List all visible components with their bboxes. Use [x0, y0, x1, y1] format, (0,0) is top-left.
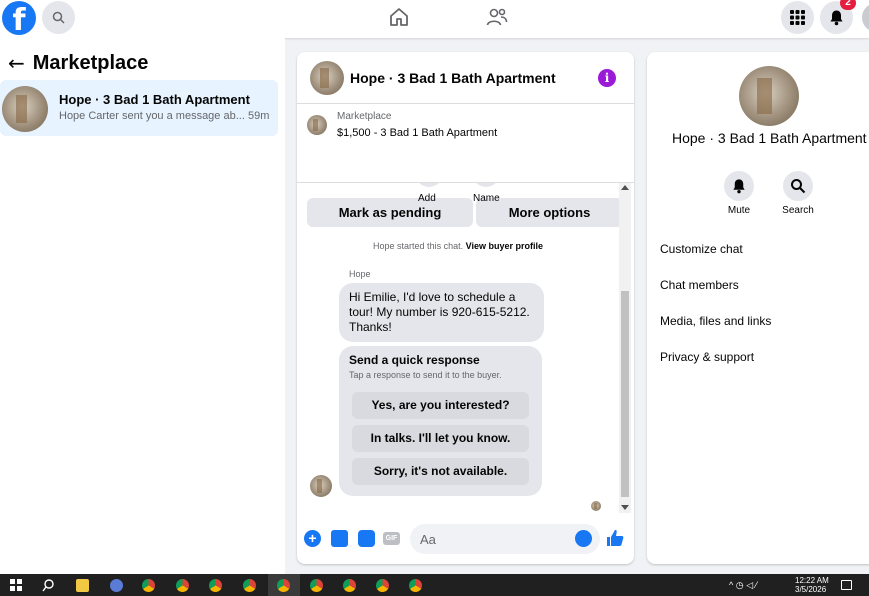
- scroll-up-arrow-icon[interactable]: [621, 185, 629, 190]
- chrome-icon[interactable]: [176, 579, 189, 592]
- listing-small-thumbnail: [307, 115, 327, 135]
- seen-indicator-avatar: [591, 501, 601, 511]
- account-avatar[interactable]: [860, 1, 869, 34]
- chrome-icon[interactable]: [142, 579, 155, 592]
- search-icon: [791, 179, 806, 194]
- bell-icon: [830, 10, 843, 26]
- message-bubble: Hi Emilie, I'd love to schedule a tour! …: [339, 283, 544, 342]
- conversation-item[interactable]: Hope · 3 Bad 1 Bath Apartment Hope Carte…: [0, 80, 278, 136]
- message-composer: + GIF: [297, 522, 634, 556]
- search-button[interactable]: [42, 1, 75, 34]
- search-icon: [52, 11, 65, 24]
- quick-response-card: Send a quick response Tap a response to …: [339, 346, 542, 496]
- add-action-bubble[interactable]: [415, 183, 443, 187]
- message-scrollbar[interactable]: [619, 183, 631, 513]
- customize-chat-item[interactable]: Customize chat: [660, 242, 743, 256]
- system-tray-icons[interactable]: ^ ◷ ◁ ⁄: [729, 581, 757, 590]
- menu-grid-icon: [790, 10, 805, 25]
- photo-icon[interactable]: [331, 530, 348, 547]
- quick-response-option[interactable]: Sorry, it's not available.: [352, 458, 529, 485]
- facebook-logo-icon[interactable]: f: [2, 1, 36, 35]
- listing-thumbnail: [2, 86, 48, 132]
- marketplace-sidebar: ← Marketplace Hope · 3 Bad 1 Bath Apartm…: [0, 38, 285, 574]
- like-icon[interactable]: [605, 528, 625, 548]
- sticker-icon[interactable]: [358, 530, 375, 547]
- home-icon[interactable]: [387, 5, 411, 29]
- quick-response-option[interactable]: In talks. I'll let you know.: [352, 425, 529, 452]
- friends-icon[interactable]: [485, 5, 509, 29]
- name-label: Name: [473, 193, 500, 204]
- quick-response-subtitle: Tap a response to send it to the buyer.: [349, 370, 502, 380]
- chrome-icon[interactable]: [376, 579, 389, 592]
- chrome-icon[interactable]: [343, 579, 356, 592]
- plus-icon[interactable]: +: [304, 530, 321, 547]
- clock-time[interactable]: 12:22 AM: [795, 576, 829, 585]
- chat-header: Hope · 3 Bad 1 Bath Apartment i: [297, 52, 634, 104]
- conversation-preview: Hope Carter sent you a message ab... 59m: [59, 110, 269, 122]
- conversation-time: 59m: [247, 110, 270, 122]
- search-icon-circle[interactable]: [783, 171, 813, 201]
- view-buyer-profile-link[interactable]: View buyer profile: [466, 241, 543, 251]
- listing-source-label: Marketplace: [337, 111, 392, 122]
- mute-icon-circle[interactable]: [724, 171, 754, 201]
- chrome-icon[interactable]: [243, 579, 256, 592]
- mute-icon: [733, 179, 745, 194]
- windows-start-icon[interactable]: [10, 579, 22, 591]
- windows-taskbar: ^ ◷ ◁ ⁄ 12:22 AM 3/5/2026: [0, 574, 869, 596]
- notification-center-icon[interactable]: [841, 580, 852, 590]
- back-arrow-icon[interactable]: ←: [8, 53, 25, 73]
- chrome-icon[interactable]: [409, 579, 422, 592]
- quick-response-option[interactable]: Yes, are you interested?: [352, 392, 529, 419]
- listing-summary: Marketplace $1,500 - 3 Bad 1 Bath Apartm…: [297, 105, 634, 227]
- scroll-down-arrow-icon[interactable]: [621, 505, 629, 510]
- sender-avatar[interactable]: [310, 475, 332, 497]
- details-avatar[interactable]: [739, 66, 799, 126]
- emoji-icon[interactable]: [575, 530, 592, 547]
- menu-button[interactable]: [781, 1, 814, 34]
- search-label: Search: [782, 205, 814, 216]
- chat-panel: Hope · 3 Bad 1 Bath Apartment i Marketpl…: [297, 52, 634, 564]
- message-input[interactable]: [410, 524, 600, 554]
- add-label: Add: [418, 193, 436, 204]
- search-icon[interactable]: [42, 579, 55, 592]
- sidebar-header: ← Marketplace: [8, 50, 148, 76]
- conversation-title: Hope · 3 Bad 1 Bath Apartment: [59, 92, 250, 107]
- chrome-icon[interactable]: [310, 579, 323, 592]
- search-in-chat-button[interactable]: Search: [773, 171, 823, 216]
- clock-date[interactable]: 3/5/2026: [795, 585, 826, 594]
- file-explorer-icon[interactable]: [76, 579, 89, 592]
- info-icon[interactable]: i: [598, 69, 616, 87]
- mute-label: Mute: [727, 205, 751, 216]
- sidebar-title: Marketplace: [32, 51, 149, 74]
- quick-response-title: Send a quick response: [349, 353, 480, 367]
- chrome-icon[interactable]: [277, 579, 290, 592]
- scroll-thumb[interactable]: [621, 291, 629, 497]
- chat-members-item[interactable]: Chat members: [660, 278, 739, 292]
- gif-icon[interactable]: GIF: [383, 532, 400, 545]
- chat-details-panel: Hope · 3 Bad 1 Bath Apartment Mute Searc…: [647, 52, 869, 564]
- app-icon[interactable]: [110, 579, 123, 592]
- chrome-icon[interactable]: [209, 579, 222, 592]
- chat-started-text: Hope started this chat.: [373, 241, 464, 251]
- message-thread: Add Name Hope started this chat. View bu…: [297, 183, 634, 513]
- name-action-bubble[interactable]: [472, 183, 500, 187]
- chat-title[interactable]: Hope · 3 Bad 1 Bath Apartment: [350, 70, 556, 86]
- details-title: Hope · 3 Bad 1 Bath Apartment: [672, 130, 867, 146]
- sender-name: Hope: [349, 269, 371, 279]
- chat-started-notice: Hope started this chat. View buyer profi…: [297, 241, 619, 251]
- chat-avatar[interactable]: [310, 61, 344, 95]
- conversation-preview-text: Hope Carter sent you a message ab...: [59, 110, 245, 122]
- privacy-support-item[interactable]: Privacy & support: [660, 350, 754, 364]
- notification-badge: 2: [840, 0, 856, 10]
- top-nav-bar: f 2: [0, 0, 869, 38]
- media-files-links-item[interactable]: Media, files and links: [660, 314, 771, 328]
- listing-price-title[interactable]: $1,500 - 3 Bad 1 Bath Apartment: [337, 127, 497, 139]
- mute-button[interactable]: Mute: [714, 171, 764, 216]
